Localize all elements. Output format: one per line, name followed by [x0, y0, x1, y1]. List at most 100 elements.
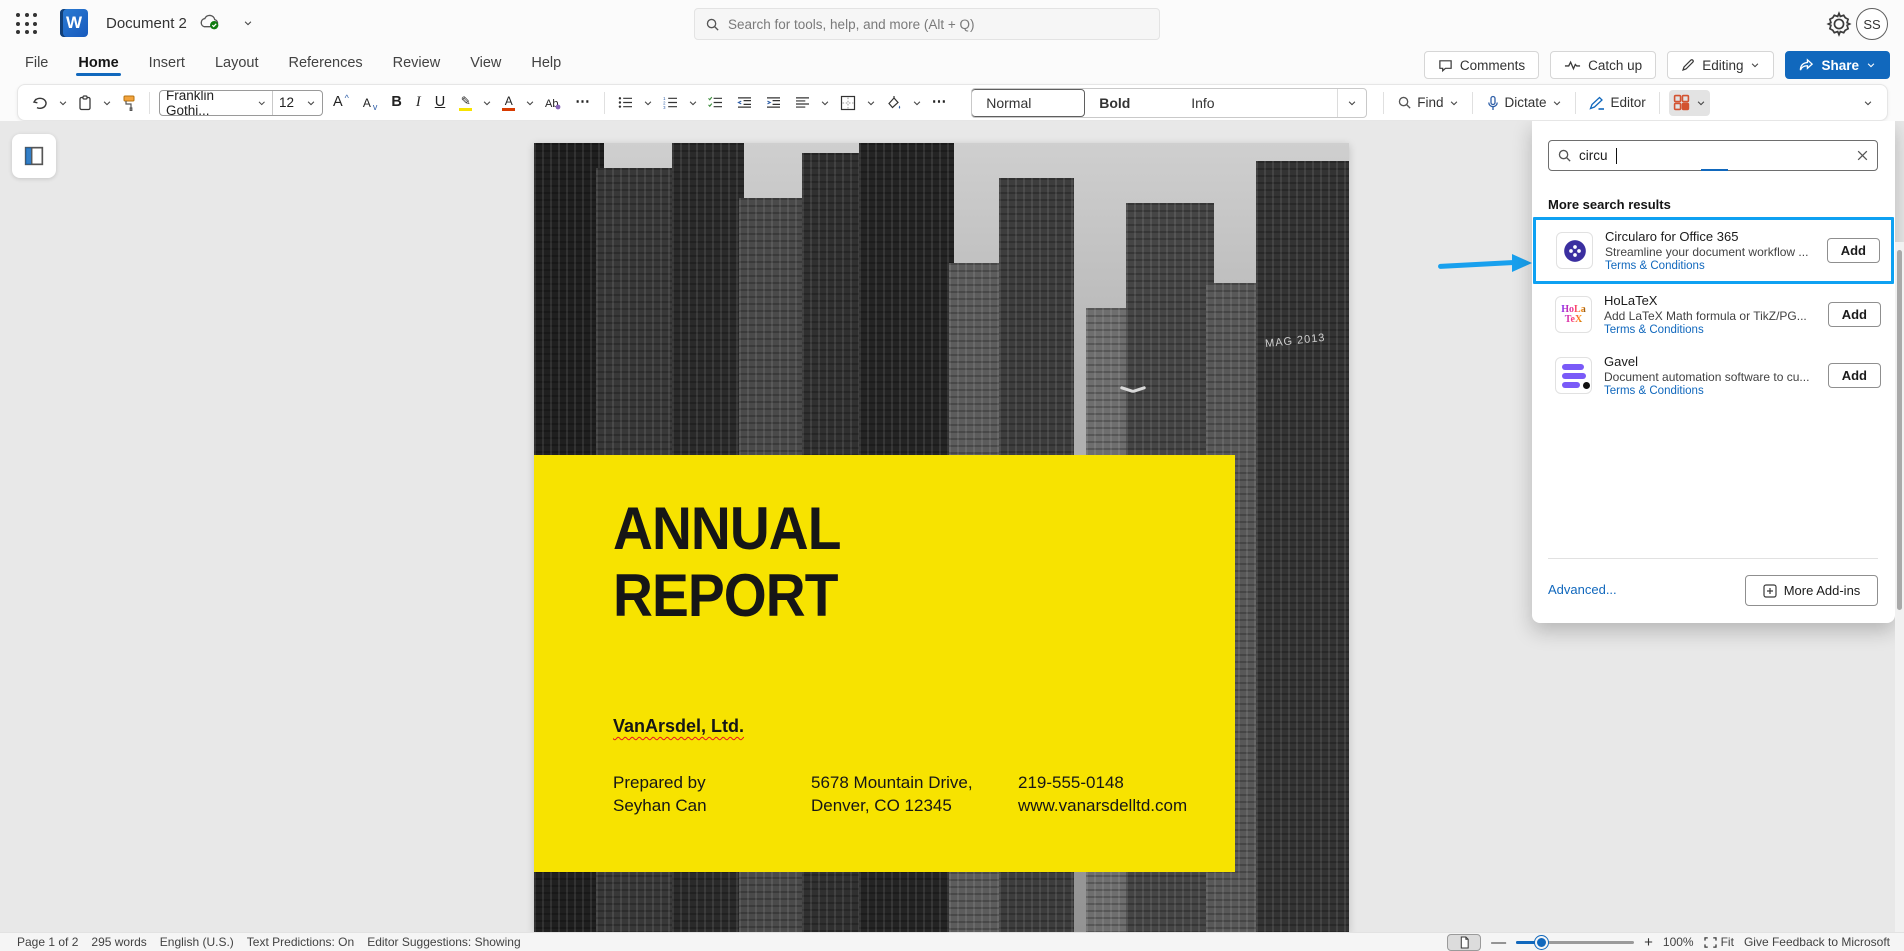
add-gavel-button[interactable]: Add: [1828, 363, 1881, 388]
font-size-value: 12: [279, 95, 294, 110]
alignment-chevron-icon[interactable]: [820, 98, 830, 108]
font-color-button[interactable]: A: [498, 90, 519, 116]
share-label: Share: [1821, 58, 1859, 73]
text-predictions-status[interactable]: Text Predictions: On: [247, 935, 354, 949]
page-view-button[interactable]: [1447, 934, 1481, 951]
terms-conditions-link[interactable]: Terms & Conditions: [1604, 324, 1816, 336]
style-bold[interactable]: Bold: [1085, 89, 1177, 117]
highlight-chevron-icon[interactable]: [482, 98, 492, 108]
app-launcher-icon[interactable]: [16, 13, 38, 35]
more-add-ins-button[interactable]: More Add-ins: [1745, 575, 1878, 606]
bold-button[interactable]: B: [387, 90, 405, 116]
editor-suggestions-status[interactable]: Editor Suggestions: Showing: [367, 935, 520, 949]
tab-help[interactable]: Help: [520, 49, 572, 77]
highlight-button[interactable]: ✎: [455, 90, 476, 116]
word-count-status[interactable]: 295 words: [91, 935, 146, 949]
add-ins-button[interactable]: [1669, 90, 1710, 116]
word-logo-icon[interactable]: W: [60, 9, 88, 37]
settings-gear-icon[interactable]: [1826, 11, 1852, 37]
shrink-font-button[interactable]: Av: [359, 90, 382, 116]
document-page[interactable]: MAG 2013 ANNUAL REPORT VanArsdel, Ltd. P…: [534, 143, 1349, 932]
grow-font-button[interactable]: A^: [329, 90, 353, 116]
add-circularo-button[interactable]: Add: [1827, 238, 1880, 263]
zoom-out-button[interactable]: —: [1491, 935, 1506, 950]
paste-button[interactable]: [74, 90, 96, 116]
share-chevron-icon: [1866, 60, 1876, 70]
borders-icon: [840, 95, 856, 111]
comments-button[interactable]: Comments: [1424, 51, 1539, 79]
add-holatex-button[interactable]: Add: [1828, 302, 1881, 327]
shading-chevron-icon[interactable]: [912, 98, 922, 108]
font-color-chevron-icon[interactable]: [525, 98, 535, 108]
panel-divider: [1548, 558, 1878, 559]
tab-view[interactable]: View: [459, 49, 512, 77]
zoom-slider[interactable]: [1516, 941, 1634, 944]
title-chevron-down-icon[interactable]: [243, 18, 253, 28]
increase-indent-button[interactable]: [762, 90, 785, 116]
borders-chevron-icon[interactable]: [866, 98, 876, 108]
checklist-button[interactable]: [704, 90, 727, 116]
addins-search-input[interactable]: circu: [1548, 140, 1878, 171]
decrease-indent-button[interactable]: [733, 90, 756, 116]
account-avatar[interactable]: SS: [1856, 8, 1888, 40]
language-status[interactable]: English (U.S.): [160, 935, 234, 949]
shading-button[interactable]: [882, 90, 906, 116]
font-name-select[interactable]: Franklin Gothi...: [160, 91, 272, 115]
numbering-chevron-icon[interactable]: [688, 98, 698, 108]
collapse-ribbon-button[interactable]: [1859, 90, 1877, 116]
fit-button[interactable]: Fit: [1704, 935, 1734, 949]
share-button[interactable]: Share: [1785, 51, 1890, 79]
global-search-input[interactable]: [728, 17, 1149, 32]
tab-review[interactable]: Review: [382, 49, 452, 77]
undo-chevron-icon[interactable]: [58, 98, 68, 108]
company-name: VanArsdel, Ltd.: [613, 716, 744, 737]
page-count-status[interactable]: Page 1 of 2: [17, 935, 78, 949]
zoom-slider-knob[interactable]: [1535, 936, 1548, 949]
alignment-button[interactable]: [791, 90, 814, 116]
addin-result-holatex[interactable]: HoLa TeX HoLaTeX Add LaTeX Math formula …: [1532, 284, 1895, 345]
bullets-chevron-icon[interactable]: [643, 98, 653, 108]
style-normal[interactable]: Normal: [971, 89, 1085, 117]
more-font-options-button[interactable]: ⋯: [571, 90, 595, 116]
tab-file[interactable]: File: [14, 49, 59, 77]
terms-conditions-link[interactable]: Terms & Conditions: [1605, 260, 1815, 272]
paste-chevron-icon[interactable]: [102, 98, 112, 108]
editing-mode-button[interactable]: Editing: [1667, 51, 1774, 79]
undo-button[interactable]: [28, 90, 52, 116]
advanced-link[interactable]: Advanced...: [1548, 582, 1617, 597]
scrollbar-thumb[interactable]: [1897, 250, 1902, 610]
zoom-level[interactable]: 100%: [1663, 935, 1694, 949]
format-painter-button[interactable]: [118, 90, 140, 116]
document-title[interactable]: Document 2: [106, 15, 187, 32]
feedback-link[interactable]: Give Feedback to Microsoft: [1744, 935, 1890, 949]
tab-home[interactable]: Home: [67, 49, 129, 77]
global-search-box[interactable]: [694, 8, 1160, 40]
comment-icon: [1438, 58, 1453, 73]
addin-result-gavel[interactable]: Gavel Document automation software to cu…: [1532, 345, 1895, 406]
addin-result-circularo[interactable]: Circularo for Office 365 Streamline your…: [1533, 217, 1894, 284]
navigation-pane-toggle[interactable]: [12, 134, 56, 178]
window-scrollbar[interactable]: [1895, 242, 1904, 932]
bullets-button[interactable]: [614, 90, 637, 116]
style-info[interactable]: Info: [1177, 89, 1337, 117]
styles-gallery-expand[interactable]: [1337, 89, 1366, 117]
underline-button[interactable]: U: [431, 90, 449, 116]
clear-search-button[interactable]: [1856, 149, 1869, 162]
numbering-button[interactable]: [659, 90, 682, 116]
tab-layout[interactable]: Layout: [204, 49, 270, 77]
catch-up-button[interactable]: Catch up: [1550, 51, 1656, 79]
italic-button[interactable]: I: [412, 90, 425, 116]
undo-icon: [32, 96, 48, 110]
editor-button[interactable]: Editor: [1585, 90, 1650, 116]
borders-button[interactable]: [836, 90, 860, 116]
find-button[interactable]: Find: [1393, 90, 1462, 116]
dictate-button[interactable]: Dictate: [1482, 90, 1566, 116]
more-paragraph-options-button[interactable]: ⋯: [928, 90, 952, 116]
terms-conditions-link[interactable]: Terms & Conditions: [1604, 385, 1816, 397]
format-painter-icon: [122, 95, 136, 111]
font-size-select[interactable]: 12: [272, 91, 322, 115]
clear-formatting-button[interactable]: [541, 90, 565, 116]
tab-references[interactable]: References: [277, 49, 373, 77]
zoom-in-button[interactable]: +: [1644, 935, 1653, 950]
tab-insert[interactable]: Insert: [138, 49, 196, 77]
